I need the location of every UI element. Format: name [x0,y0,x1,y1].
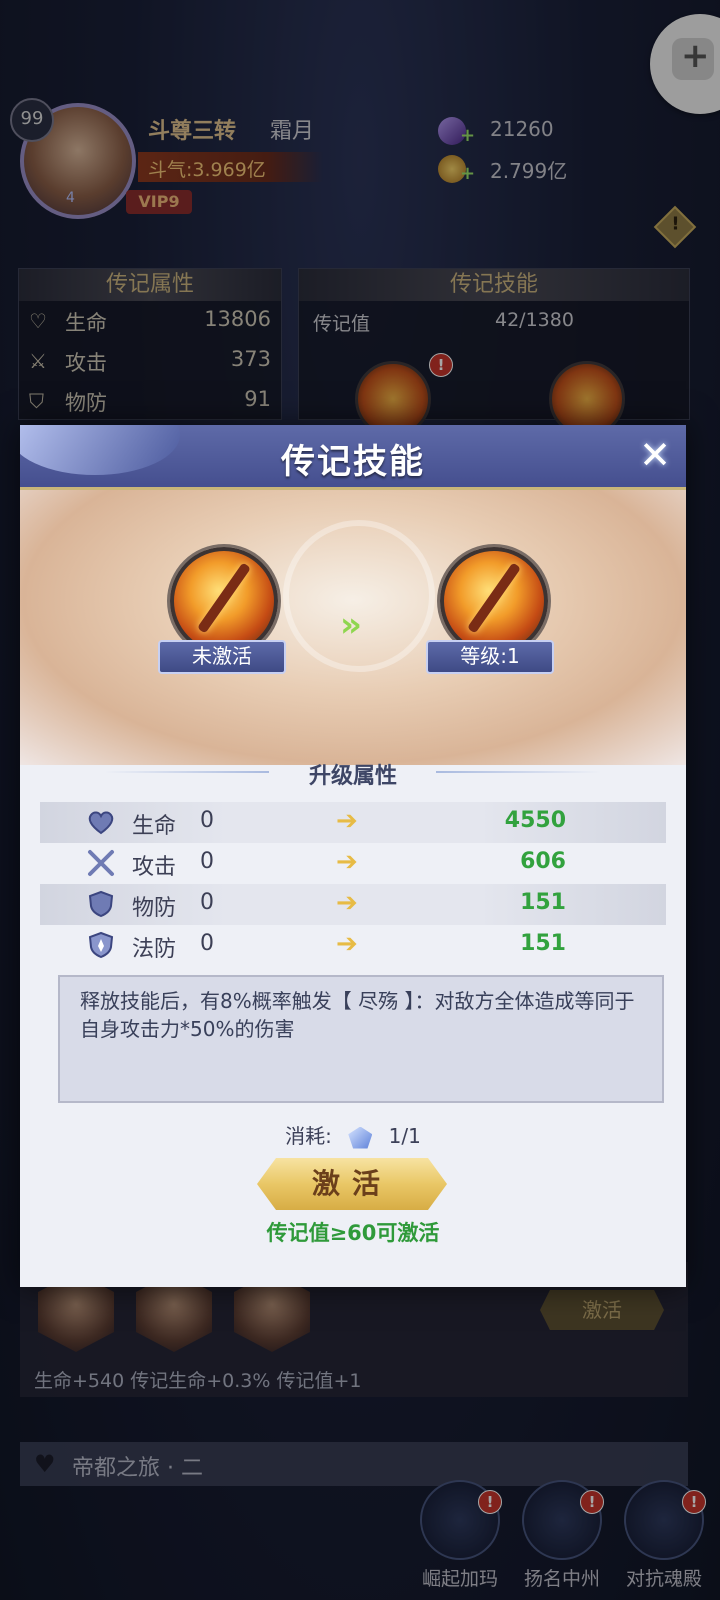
stat-new-value: 606 [520,849,566,874]
cost-row: 消耗: 1/1 [20,1120,686,1149]
swords-icon [86,848,116,878]
arrow-right-icon: ➔ [336,806,358,836]
stat-row-phys-def: 物防 0 ➔ 151 [40,884,666,925]
stat-new-value: 151 [520,890,566,915]
arrow-right-icon: ➔ [336,929,358,959]
heart-icon [86,807,116,837]
before-status-label: 未激活 [158,640,286,674]
skill-orb-before[interactable] [170,547,278,655]
stat-row-attack: 攻击 0 ➔ 606 [40,843,666,884]
arrow-right-icon: ➔ [336,888,358,918]
cost-value: 1/1 [388,1124,421,1148]
cost-label: 消耗: [285,1124,332,1148]
skill-preview-area: 未激活 » 等级:1 [20,490,686,765]
double-arrow-icon: » [340,605,362,645]
upgrade-attr-title: 升级属性 [308,764,397,789]
modal-title: 传记技能 [281,442,425,482]
stat-old-value: 0 [200,890,214,915]
close-button[interactable]: ✕ [632,433,678,479]
activate-hint: 传记值≥60可激活 [266,1221,440,1245]
arrow-glyph: » [340,605,362,645]
halo-ornament [283,520,435,672]
stat-old-value: 0 [200,931,214,956]
stat-name: 法防 [132,937,177,962]
divider-right [436,771,601,773]
stat-old-value: 0 [200,808,214,833]
stat-new-value: 4550 [504,808,566,833]
skill-description: 释放技能后，有8%概率触发【 尽殇 】：对敌方全体造成等同于自身攻击力*50%的… [80,989,635,1041]
stat-row-magic-def: 法防 0 ➔ 151 [40,925,666,966]
crystal-icon [348,1126,373,1149]
magic-shield-icon [86,930,116,960]
stat-name: 物防 [132,896,177,921]
stat-new-value: 151 [520,931,566,956]
stat-name: 生命 [132,814,177,839]
modal-header: 传记技能 ✕ [20,425,686,490]
sword-icon [196,562,252,634]
arrow-right-icon: ➔ [336,847,358,877]
skill-orb-after[interactable] [440,547,548,655]
shield-icon [86,889,116,919]
activate-button[interactable]: 激活 [257,1158,447,1210]
skill-description-box: 释放技能后，有8%概率触发【 尽殇 】：对敌方全体造成等同于自身攻击力*50%的… [58,975,664,1103]
sword-icon [466,562,522,634]
biography-skill-modal: 传记技能 ✕ 未激活 » 等级:1 升级属性 生命 0 ➔ 4550 攻击 0 … [20,425,686,1287]
after-level-label: 等级:1 [426,640,554,674]
stat-row-life: 生命 0 ➔ 4550 [40,802,666,843]
stat-old-value: 0 [200,849,214,874]
stat-name: 攻击 [132,855,177,880]
